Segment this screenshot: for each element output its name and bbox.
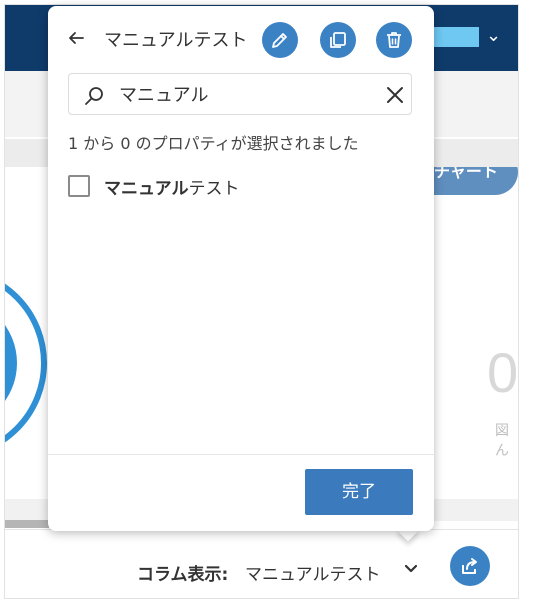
popover-header: マニュアルテスト [48,6,434,70]
option-checkbox[interactable] [68,175,90,197]
share-icon [462,558,477,574]
pencil-icon [272,33,287,48]
popover-title: マニュアルテスト [104,30,248,51]
trash-icon [387,32,401,48]
delete-button[interactable] [376,22,412,58]
done-button[interactable]: 完了 [305,469,413,515]
footer-bar: コラム表示: マニュアルテスト [5,529,518,598]
top-bar-chevron-icon[interactable]: ⌄ [486,25,501,47]
option-label-rest: テスト [188,179,240,199]
selection-status: 1 から 0 のプロパティが選択されました [68,134,359,153]
property-option[interactable]: マニュアルテスト [68,172,408,200]
search-icon [83,85,105,107]
user-color-chip [429,27,479,47]
property-filter-popover: マニュアルテスト 1 か [48,6,434,531]
option-label-match: マニュアル [104,179,189,199]
search-box [68,73,412,115]
share-button[interactable] [450,546,490,586]
horizontal-scrollbar[interactable] [5,520,49,528]
edit-button[interactable] [262,22,298,58]
chevron-down-icon[interactable] [402,556,420,580]
metric-label: 図ん [495,423,509,459]
copy-icon [330,32,346,48]
duplicate-button[interactable] [320,22,356,58]
close-icon[interactable] [385,85,405,105]
back-arrow-icon[interactable] [66,28,86,48]
search-input[interactable] [119,80,369,108]
option-label: マニュアルテスト [104,174,240,199]
column-display-label: コラム表示: [137,565,229,585]
popover-divider [48,454,434,455]
column-display-value[interactable]: マニュアルテスト [245,560,381,585]
metric-value: 0 [487,341,519,404]
